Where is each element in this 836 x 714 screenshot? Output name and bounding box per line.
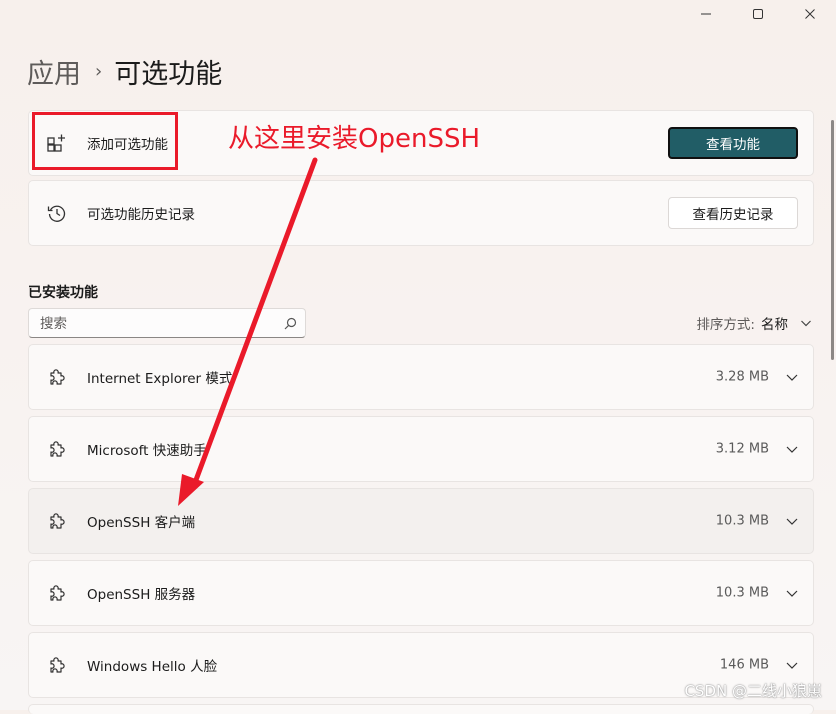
feature-name: OpenSSH 客户端 bbox=[87, 515, 196, 531]
feature-row[interactable]: OpenSSH 客户端 10.3 MB bbox=[28, 488, 814, 554]
history-label: 可选功能历史记录 bbox=[87, 207, 195, 223]
sort-dropdown[interactable]: 排序方式: 名称 bbox=[696, 313, 812, 333]
view-history-button[interactable]: 查看历史记录 bbox=[668, 197, 798, 229]
feature-size: 3.28 MB bbox=[715, 369, 769, 385]
sort-label: 排序方式: bbox=[696, 317, 755, 333]
feature-row[interactable]: Internet Explorer 模式 3.28 MB bbox=[28, 344, 814, 410]
minimize-icon bbox=[701, 13, 711, 15]
feature-size: 3.12 MB bbox=[715, 441, 769, 457]
chevron-down-icon[interactable] bbox=[785, 658, 799, 672]
feature-name: OpenSSH 服务器 bbox=[87, 587, 196, 603]
page-title: 可选功能 bbox=[114, 59, 223, 90]
history-card: 可选功能历史记录 查看历史记录 bbox=[28, 180, 814, 246]
search-input[interactable] bbox=[38, 314, 272, 334]
chevron-down-icon[interactable] bbox=[785, 370, 799, 384]
history-icon bbox=[47, 205, 66, 222]
view-features-button[interactable]: 查看功能 bbox=[668, 127, 798, 159]
chevron-down-icon[interactable] bbox=[785, 514, 799, 528]
installed-features-title: 已安装功能 bbox=[28, 285, 98, 301]
search-icon bbox=[284, 317, 297, 330]
breadcrumb-parent[interactable]: 应用 bbox=[27, 52, 81, 91]
feature-row[interactable]: OpenSSH 服务器 10.3 MB bbox=[28, 560, 814, 626]
feature-size: 146 MB bbox=[719, 657, 769, 673]
close-icon bbox=[805, 9, 815, 19]
maximize-icon bbox=[753, 9, 763, 19]
chevron-down-icon[interactable] bbox=[785, 586, 799, 600]
feature-name: Microsoft 快速助手 bbox=[87, 443, 207, 459]
breadcrumb-separator: › bbox=[95, 61, 103, 82]
search-box[interactable] bbox=[28, 308, 306, 338]
puzzle-icon bbox=[50, 657, 65, 673]
feature-size: 10.3 MB bbox=[715, 513, 769, 529]
feature-row-partial bbox=[28, 704, 814, 714]
maximize-button[interactable] bbox=[732, 0, 784, 28]
close-button[interactable] bbox=[784, 0, 836, 28]
watermark: CSDN @二线小狼崽 bbox=[684, 682, 822, 700]
annotation-text: 从这里安装OpenSSH bbox=[228, 124, 481, 154]
puzzle-icon bbox=[50, 585, 65, 601]
puzzle-icon bbox=[50, 513, 65, 529]
highlight-box bbox=[32, 112, 178, 170]
feature-size: 10.3 MB bbox=[715, 585, 769, 601]
minimize-button[interactable] bbox=[680, 0, 732, 28]
feature-name: Internet Explorer 模式 bbox=[87, 371, 233, 387]
scrollbar[interactable] bbox=[831, 120, 834, 360]
breadcrumb: 应用 › 可选功能 bbox=[27, 52, 222, 91]
puzzle-icon bbox=[50, 369, 65, 385]
chevron-down-icon bbox=[801, 320, 811, 327]
puzzle-icon bbox=[50, 441, 65, 457]
window-controls bbox=[680, 0, 836, 28]
chevron-down-icon[interactable] bbox=[785, 442, 799, 456]
feature-row[interactable]: Microsoft 快速助手 3.12 MB bbox=[28, 416, 814, 482]
feature-name: Windows Hello 人脸 bbox=[87, 659, 218, 675]
sort-value: 名称 bbox=[761, 317, 788, 333]
